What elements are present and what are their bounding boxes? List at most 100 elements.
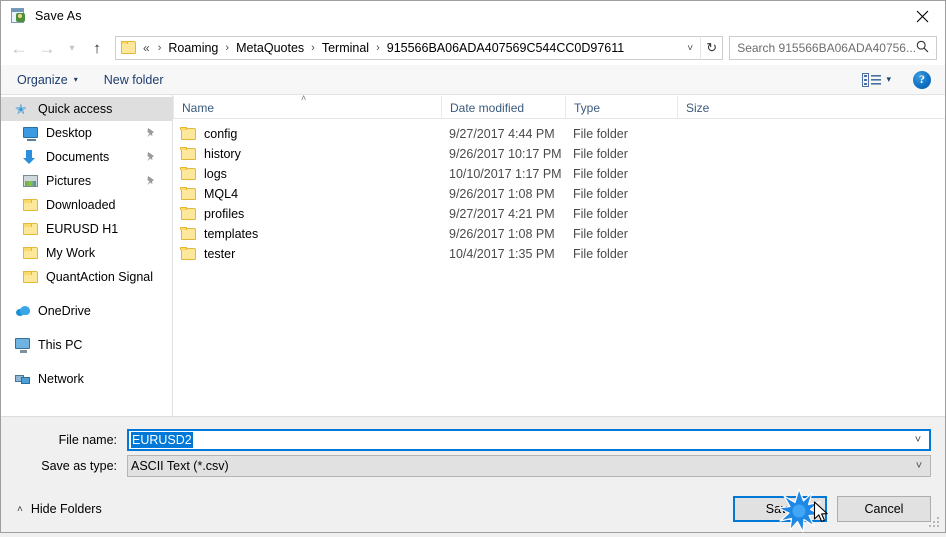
save-as-dialog: Save As ← → ▾ ↑ « › Roaming › MetaQuotes…	[0, 0, 946, 533]
help-icon[interactable]: ?	[913, 70, 931, 89]
sidebar-item-label: Desktop	[46, 126, 92, 140]
sidebar-item-pictures[interactable]: Pictures	[1, 169, 172, 193]
folder-icon	[180, 126, 197, 142]
breadcrumb-instance-id[interactable]: 915566BA06ADA407569C544CC0D97611	[385, 41, 626, 55]
sidebar-item-quantaction-signal[interactable]: QuantAction Signal	[1, 265, 172, 289]
table-row[interactable]: config 9/27/2017 4:44 PM File folder	[173, 124, 945, 144]
pictures-icon	[23, 173, 39, 189]
table-row[interactable]: logs 10/10/2017 1:17 PM File folder	[173, 164, 945, 184]
column-headers: ˄ Name Date modified Type Size	[173, 93, 945, 119]
chevron-down-icon[interactable]: ˅	[907, 431, 929, 449]
sidebar-divider	[1, 357, 172, 367]
chevron-down-icon[interactable]: ˅	[908, 456, 930, 476]
sidebar-item-my-work[interactable]: My Work	[1, 241, 172, 265]
save-as-type-label: Save as type:	[41, 459, 117, 473]
file-type-cell: File folder	[573, 187, 628, 201]
column-header-type[interactable]: Type	[565, 96, 677, 118]
file-name-row: File name: EURUSD2 ˅	[15, 429, 931, 451]
breadcrumb-folder-icon	[121, 41, 137, 55]
cancel-button-label: Cancel	[864, 502, 904, 516]
sidebar-divider	[1, 323, 172, 333]
window-title: Save As	[35, 9, 82, 23]
file-name-cell[interactable]: tester	[173, 246, 441, 262]
table-row[interactable]: profiles 9/27/2017 4:21 PM File folder	[173, 204, 945, 224]
recent-locations-chevron-icon[interactable]: ▾	[61, 35, 83, 61]
pin-icon[interactable]	[145, 175, 156, 186]
file-name-cell[interactable]: history	[173, 146, 441, 162]
file-type-cell: File folder	[573, 127, 628, 141]
dialog-footer: ˄ Hide Folders Save Cancel	[1, 486, 945, 532]
title-bar: Save As	[1, 1, 945, 31]
sidebar-item-onedrive[interactable]: OneDrive	[1, 299, 172, 323]
table-row[interactable]: templates 9/26/2017 1:08 PM File folder	[173, 224, 945, 244]
hide-folders-button[interactable]: ˄ Hide Folders	[11, 502, 102, 516]
table-row[interactable]: tester 10/4/2017 1:35 PM File folder	[173, 244, 945, 264]
breadcrumb-overflow[interactable]: «	[141, 41, 153, 55]
sort-ascending-icon: ˄	[301, 93, 307, 103]
sidebar-item-network[interactable]: Network	[1, 367, 172, 391]
sidebar-item-eurusd-h1[interactable]: EURUSD H1	[1, 217, 172, 241]
save-as-icon	[11, 8, 27, 24]
file-name-cell[interactable]: profiles	[173, 206, 441, 222]
cancel-button[interactable]: Cancel	[837, 496, 931, 522]
sidebar-item-label: My Work	[46, 246, 96, 260]
file-name-input[interactable]: EURUSD2 ˅	[127, 429, 931, 451]
file-name-cell[interactable]: MQL4	[173, 186, 441, 202]
save-button[interactable]: Save	[733, 496, 827, 522]
breadcrumb-separator: ›	[311, 42, 315, 54]
sidebar-item-quick-access[interactable]: ✭ Quick access	[1, 97, 172, 121]
breadcrumb-roaming[interactable]: Roaming	[166, 41, 220, 55]
organize-button[interactable]: Organize ▾	[17, 73, 78, 87]
table-row[interactable]: history 9/26/2017 10:17 PM File folder	[173, 144, 945, 164]
new-folder-button[interactable]: New folder	[104, 73, 164, 87]
dialog-body: ✭ Quick access Desktop Documents Picture…	[1, 93, 945, 416]
sidebar-divider	[1, 289, 172, 299]
pin-icon[interactable]	[145, 127, 156, 138]
file-name-label: tester	[204, 247, 236, 261]
sidebar-item-desktop[interactable]: Desktop	[1, 121, 172, 145]
back-arrow-icon[interactable]: ←	[5, 35, 33, 61]
save-as-type-select[interactable]: ASCII Text (*.csv) ˅	[127, 455, 931, 477]
sidebar-item-label: Documents	[46, 150, 110, 164]
pin-icon[interactable]	[145, 151, 156, 162]
file-name-value: EURUSD2	[131, 432, 193, 448]
file-type-cell: File folder	[573, 247, 628, 261]
file-date-cell: 9/26/2017 10:17 PM	[449, 147, 562, 161]
breadcrumb-terminal[interactable]: Terminal	[320, 41, 371, 55]
sidebar-item-label: Quick access	[38, 102, 113, 116]
breadcrumb-separator: ›	[157, 42, 162, 54]
this-pc-icon	[15, 337, 31, 353]
file-name-cell[interactable]: config	[173, 126, 441, 142]
sidebar-item-this-pc[interactable]: This PC	[1, 333, 172, 357]
refresh-icon[interactable]: ↻	[700, 36, 722, 60]
file-name-cell[interactable]: templates	[173, 226, 441, 242]
file-date-cell: 9/26/2017 1:08 PM	[449, 227, 555, 241]
folder-icon	[180, 206, 197, 222]
sidebar-item-documents[interactable]: Documents	[1, 145, 172, 169]
up-arrow-icon[interactable]: ↑	[83, 35, 111, 61]
file-name-label: templates	[204, 227, 259, 241]
view-options-chevron-icon[interactable]: ▾	[886, 74, 891, 85]
documents-icon	[23, 149, 39, 165]
resize-grip[interactable]	[929, 517, 941, 529]
sidebar-item-downloaded[interactable]: Downloaded	[1, 193, 172, 217]
column-header-date-modified[interactable]: Date modified	[441, 96, 565, 118]
file-type-cell: File folder	[573, 167, 628, 181]
table-row[interactable]: MQL4 9/26/2017 1:08 PM File folder	[173, 184, 945, 204]
column-header-name[interactable]: Name	[173, 96, 441, 118]
sidebar-item-label: This PC	[38, 338, 83, 352]
address-bar[interactable]: « › Roaming › MetaQuotes › Terminal › 91…	[115, 36, 724, 60]
search-input[interactable]: Search 915566BA06ADA40756...	[737, 41, 916, 55]
file-name-cell[interactable]: logs	[173, 166, 441, 182]
search-box[interactable]: Search 915566BA06ADA40756...	[729, 36, 937, 60]
forward-arrow-icon[interactable]: →	[33, 35, 61, 61]
column-header-size[interactable]: Size	[677, 96, 757, 118]
sidebar-item-label: QuantAction Signal	[46, 270, 154, 284]
close-icon[interactable]	[899, 1, 945, 31]
navigation-pane: ✭ Quick access Desktop Documents Picture…	[1, 95, 173, 416]
view-options-icon[interactable]	[862, 72, 882, 87]
file-type-cell: File folder	[573, 227, 628, 241]
address-dropdown-icon[interactable]: ˅	[680, 37, 700, 59]
breadcrumb-metaquotes[interactable]: MetaQuotes	[234, 41, 306, 55]
save-form: File name: EURUSD2 ˅ Save as type: ASCII…	[1, 416, 945, 486]
